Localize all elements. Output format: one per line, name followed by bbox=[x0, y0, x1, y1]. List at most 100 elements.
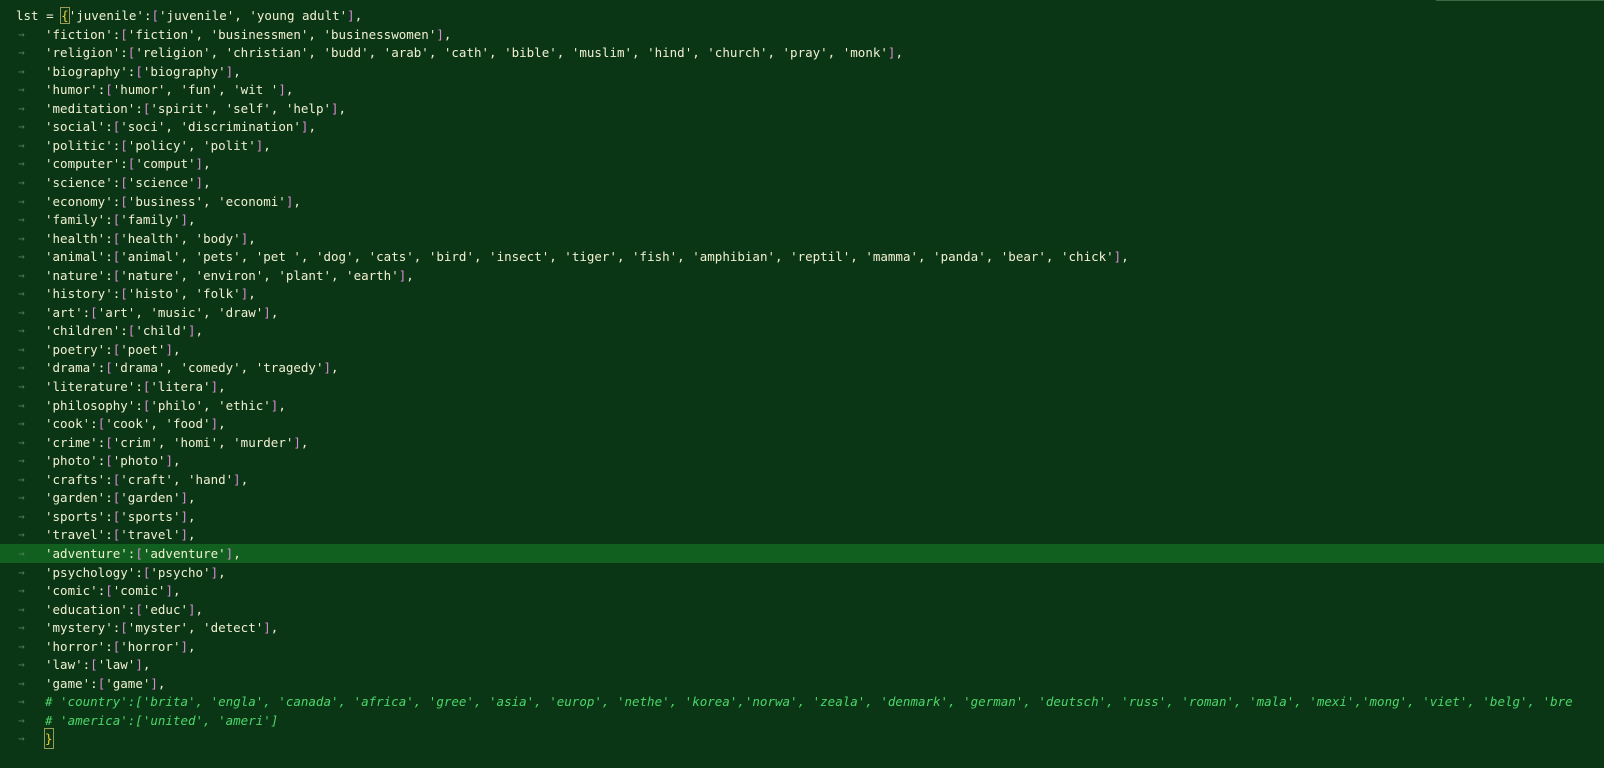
dict-key: 'crime' bbox=[45, 434, 98, 450]
code-line[interactable]: → 'nature':['nature', 'environ', 'plant',… bbox=[0, 266, 1604, 285]
close-bracket: ] bbox=[188, 323, 196, 339]
code-line[interactable]: → 'history':['histo', 'folk'], bbox=[0, 284, 1604, 303]
dict-key: 'drama' bbox=[45, 360, 98, 376]
dict-values: 'crim', 'homi', 'murder' bbox=[112, 434, 294, 450]
code-text: 'psychology':['psycho'], bbox=[45, 563, 226, 582]
code-line[interactable]: →'drama':['drama', 'comedy', 'tragedy'], bbox=[0, 358, 1604, 377]
dict-values: 'animal', 'pets', 'pet ', 'dog', 'cats',… bbox=[120, 249, 1114, 265]
code-text: 'education':['educ'], bbox=[45, 600, 203, 619]
code-text: lst = {'juvenile':['juvenile', 'young ad… bbox=[16, 6, 362, 25]
indent-arrow-icon: → bbox=[18, 491, 25, 505]
dict-values: 'adventure' bbox=[142, 545, 226, 561]
code-line[interactable]: →'art':['art', 'music', 'draw'], bbox=[0, 303, 1604, 322]
code-line[interactable]: → 'literature':['litera'], bbox=[0, 377, 1604, 396]
indent-arrow-icon: → bbox=[18, 268, 25, 282]
dict-values: 'soci', 'discrimination' bbox=[120, 119, 301, 135]
code-text: 'religion':['religion', 'christian', 'bu… bbox=[45, 43, 903, 62]
open-bracket: [ bbox=[120, 620, 128, 636]
colon: : bbox=[120, 45, 128, 61]
open-bracket: [ bbox=[105, 82, 113, 98]
indent-arrow-icon: → bbox=[18, 695, 25, 709]
code-line[interactable]: → 'adventure':['adventure'], bbox=[0, 543, 1604, 563]
code-line[interactable]: → 'psychology':['psycho'], bbox=[0, 563, 1604, 582]
colon: : bbox=[105, 249, 113, 265]
code-text: 'garden':['garden'], bbox=[45, 488, 196, 507]
open-bracket: [ bbox=[151, 8, 160, 23]
code-line[interactable]: → # 'america':['united', 'ameri'] bbox=[0, 711, 1604, 730]
code-line[interactable]: → 'crime':['crim', 'homi', 'murder'], bbox=[0, 433, 1604, 452]
indent-arrow-icon: → bbox=[18, 27, 25, 41]
close-bracket: ] bbox=[180, 490, 189, 506]
comma: , bbox=[1121, 249, 1129, 265]
code-comment: # 'country':['brita', 'engla', 'canada',… bbox=[45, 694, 1573, 710]
code-editor[interactable]: lst = {'juvenile':['juvenile', 'young ad… bbox=[0, 0, 1604, 768]
dict-key: 'psychology' bbox=[45, 564, 136, 580]
code-line[interactable]: → 'social':['soci', 'discrimination'], bbox=[0, 117, 1604, 136]
indent-arrow-icon: → bbox=[18, 120, 25, 134]
code-text: 'nature':['nature', 'environ', 'plant', … bbox=[45, 266, 414, 285]
close-brace: } bbox=[44, 728, 54, 750]
code-line[interactable]: → 'health':['health', 'body'], bbox=[0, 229, 1604, 248]
code-line[interactable]: → 'game':['game'], bbox=[0, 674, 1604, 693]
dict-values: 'art', 'music', 'draw' bbox=[97, 304, 264, 320]
code-line[interactable]: → 'meditation':['spirit', 'self', 'help']… bbox=[0, 99, 1604, 118]
dict-key: 'photo' bbox=[45, 453, 98, 469]
dict-key: 'poetry' bbox=[45, 341, 106, 357]
dict-key: 'science' bbox=[45, 174, 113, 190]
open-bracket: [ bbox=[135, 545, 143, 561]
dict-values: 'educ' bbox=[142, 601, 189, 617]
code-line[interactable]: → 'children':['child'], bbox=[0, 321, 1604, 340]
code-line[interactable]: → # 'country':['brita', 'engla', 'canada'… bbox=[0, 692, 1604, 711]
code-line[interactable]: →} bbox=[0, 728, 1604, 750]
code-line[interactable]: →'fiction':['fiction', 'businessmen', 'b… bbox=[0, 25, 1604, 44]
code-line[interactable]: → 'poetry':['poet'], bbox=[0, 340, 1604, 359]
dict-key: 'art' bbox=[45, 304, 83, 320]
code-line[interactable]: → 'horror':['horror'], bbox=[0, 637, 1604, 656]
code-line[interactable]: → 'religion':['religion', 'christian', 'b… bbox=[0, 43, 1604, 62]
code-text: 'law':['law'], bbox=[45, 655, 150, 674]
code-line[interactable]: → 'computer':['comput'], bbox=[0, 154, 1604, 173]
code-line[interactable]: → 'animal':['animal', 'pets', 'pet ', 'do… bbox=[0, 247, 1604, 266]
dict-values: 'litera' bbox=[150, 379, 211, 394]
code-line[interactable]: → 'politic':['policy', 'polit'], bbox=[0, 136, 1604, 155]
dict-key: 'economy' bbox=[45, 193, 113, 209]
colon: : bbox=[135, 379, 143, 394]
code-line[interactable]: → 'crafts':['craft', 'hand'], bbox=[0, 470, 1604, 489]
code-line[interactable]: → 'education':['educ'], bbox=[0, 600, 1604, 619]
colon: : bbox=[120, 156, 128, 172]
dict-values: 'game' bbox=[105, 675, 151, 691]
close-bracket: ] bbox=[195, 156, 204, 172]
dict-key: 'garden' bbox=[45, 490, 106, 506]
indent-arrow-icon: → bbox=[18, 658, 25, 672]
open-bracket: [ bbox=[105, 360, 113, 376]
code-line[interactable]: → 'law':['law'], bbox=[0, 655, 1604, 674]
close-bracket: ] bbox=[210, 379, 219, 394]
comma: , bbox=[188, 212, 196, 228]
code-line[interactable]: → 'garden':['garden'], bbox=[0, 488, 1604, 507]
code-line[interactable]: → 'comic':['comic'], bbox=[0, 581, 1604, 600]
close-bracket: ] bbox=[195, 174, 204, 190]
dict-key: 'cook' bbox=[45, 416, 91, 432]
code-line[interactable]: lst = {'juvenile':['juvenile', 'young ad… bbox=[0, 6, 1604, 25]
code-line[interactable]: → 'cook':['cook', 'food'], bbox=[0, 414, 1604, 433]
code-line[interactable]: → 'sports':['sports'], bbox=[0, 507, 1604, 526]
dict-values: 'biography' bbox=[142, 63, 226, 79]
code-line[interactable]: → 'travel':['travel'], bbox=[0, 525, 1604, 544]
dict-key: 'juvenile' bbox=[68, 8, 144, 23]
code-line[interactable]: → 'family':['family'], bbox=[0, 210, 1604, 229]
indent-arrow-icon: → bbox=[18, 732, 25, 746]
code-line[interactable]: → 'biography':['biography'], bbox=[0, 62, 1604, 81]
code-line[interactable]: →'humor':['humor', 'fun', 'wit '], bbox=[0, 80, 1604, 99]
code-line[interactable]: → 'economy':['business', 'economi'], bbox=[0, 192, 1604, 211]
code-line[interactable]: → 'mystery':['myster', 'detect'], bbox=[0, 618, 1604, 637]
dict-values: 'craft', 'hand' bbox=[120, 471, 234, 487]
code-line[interactable]: → 'science':['science'], bbox=[0, 173, 1604, 192]
comma: , bbox=[218, 416, 226, 432]
colon: : bbox=[105, 638, 113, 654]
indent-arrow-icon: → bbox=[18, 621, 25, 635]
code-line[interactable]: → 'philosophy':['philo', 'ethic'], bbox=[0, 396, 1604, 415]
dict-values: 'law' bbox=[97, 657, 136, 673]
code-line[interactable]: → 'photo':['photo'], bbox=[0, 451, 1604, 470]
dict-values: 'cook', 'food' bbox=[105, 416, 211, 432]
close-bracket: ] bbox=[180, 527, 189, 543]
